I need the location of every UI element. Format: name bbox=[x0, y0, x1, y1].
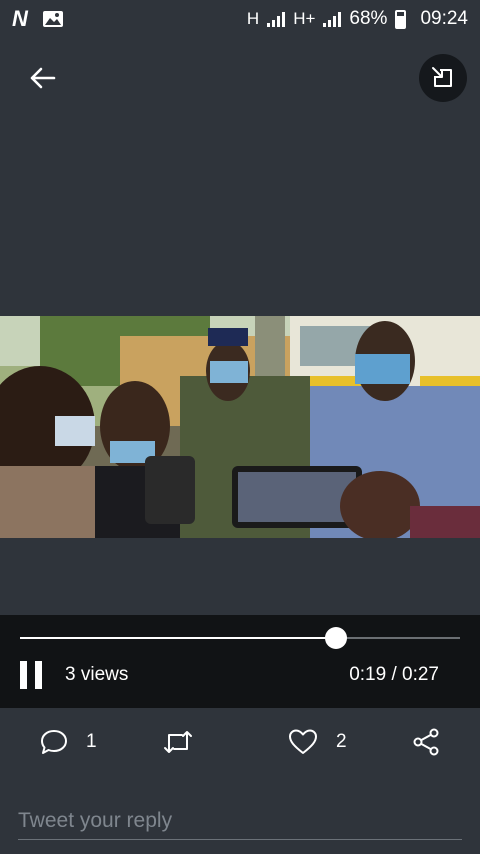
video-frame-image bbox=[0, 316, 480, 538]
network-type-2: H+ bbox=[293, 9, 316, 28]
signal-strength-icon bbox=[267, 11, 286, 27]
progress-bar[interactable] bbox=[20, 627, 460, 649]
pause-icon-bar bbox=[35, 661, 42, 689]
progress-fill bbox=[20, 637, 336, 639]
heart-icon bbox=[289, 729, 317, 754]
battery-icon bbox=[395, 9, 407, 29]
like-button[interactable]: 2 bbox=[288, 728, 347, 756]
network-type-1: H bbox=[246, 9, 260, 28]
tweet-actions: 1 2 bbox=[0, 718, 480, 770]
picture-in-picture-icon bbox=[432, 67, 452, 87]
status-bar: N H H+ 68% 09:24 bbox=[0, 0, 480, 38]
app-notification-icon: N bbox=[12, 6, 28, 31]
like-count: 2 bbox=[336, 731, 347, 752]
reply-input[interactable] bbox=[18, 796, 462, 840]
battery-percent: 68% bbox=[349, 8, 388, 29]
picture-in-picture-button[interactable] bbox=[419, 54, 467, 102]
playback-time: 0:19 / 0:27 bbox=[349, 664, 439, 685]
progress-thumb[interactable] bbox=[324, 627, 347, 649]
share-button[interactable] bbox=[412, 728, 440, 756]
signal-strength-2-icon bbox=[323, 11, 342, 27]
reply-count: 1 bbox=[86, 731, 97, 752]
pause-icon bbox=[20, 661, 27, 689]
image-notification-icon bbox=[42, 11, 63, 27]
video-player[interactable] bbox=[0, 316, 480, 538]
player-controls: 3 views 0:19 / 0:27 bbox=[0, 615, 480, 708]
view-count: 3 views bbox=[65, 664, 129, 685]
clock: 09:24 bbox=[420, 8, 468, 29]
back-button[interactable] bbox=[22, 58, 62, 98]
reply-button[interactable]: 1 bbox=[40, 728, 97, 756]
retweet-button[interactable] bbox=[162, 728, 194, 756]
pause-button[interactable] bbox=[20, 661, 42, 689]
retweet-icon bbox=[164, 731, 192, 753]
arrow-left-icon bbox=[30, 67, 56, 89]
comment-icon bbox=[41, 730, 67, 754]
share-icon bbox=[413, 728, 439, 756]
